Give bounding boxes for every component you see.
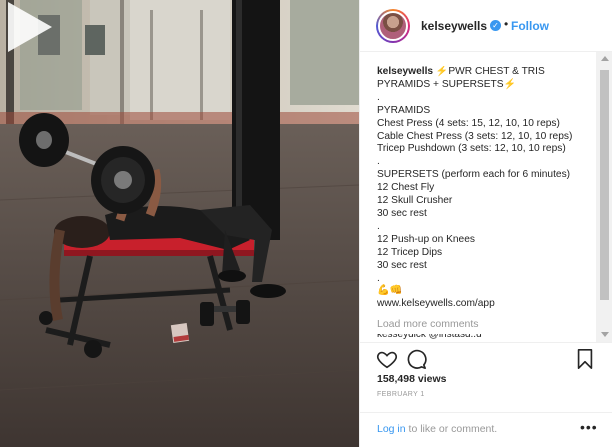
action-bar — [360, 342, 612, 372]
more-options-icon[interactable]: ••• — [580, 419, 598, 435]
view-count[interactable]: 158,498 views — [377, 373, 446, 385]
load-more-comments-button[interactable]: Load more comments — [377, 318, 479, 330]
lightning-icon: ⚡ — [503, 78, 516, 90]
caption-line: PYRAMIDS + SUPERSETS⚡ — [377, 79, 597, 92]
caption-line: kelseywells ⚡PWR CHEST & TRIS — [377, 66, 597, 79]
scroll-down-icon[interactable] — [601, 332, 609, 337]
caption-link[interactable]: www.kelseywells.com/app — [377, 298, 597, 311]
caption-line: 12 Skull Crusher — [377, 195, 453, 207]
play-icon[interactable] — [0, 0, 54, 54]
follow-button[interactable]: Follow — [511, 19, 549, 33]
header-username[interactable]: kelseywells — [421, 19, 487, 33]
heart-icon[interactable] — [376, 348, 398, 370]
caption: kelseywells ⚡PWR CHEST & TRIS PYRAMIDS +… — [377, 66, 597, 336]
caption-line: 12 Tricep Dips — [377, 246, 443, 258]
header-separator: • — [504, 17, 509, 31]
caption-text: PWR CHEST & TRIS — [448, 66, 545, 77]
post-side-panel: kelseywells ✓ • Follow kelseywells ⚡PWR … — [359, 0, 612, 447]
post-header: kelseywells ✓ • Follow — [360, 0, 612, 52]
caption-line: 12 Push-up on Knees — [377, 233, 475, 245]
bookmark-icon[interactable] — [574, 348, 596, 370]
caption-line: 30 sec rest — [377, 207, 427, 219]
caption-line: 30 sec rest — [377, 259, 427, 271]
caption-text: PYRAMIDS + SUPERSETS — [377, 78, 504, 90]
verified-badge-icon: ✓ — [490, 20, 501, 31]
caption-username[interactable]: kelseywells — [377, 66, 433, 77]
caption-line: . — [377, 91, 380, 103]
gym-video-frame — [0, 0, 359, 447]
caption-line: Chest Press (4 sets: 15, 12, 10, 10 reps… — [377, 117, 560, 129]
caption-line: PYRAMIDS — [377, 104, 431, 116]
caption-line: . — [377, 156, 380, 168]
comment-icon[interactable] — [405, 348, 427, 370]
login-prompt: Log in to like or comment. — [377, 423, 497, 435]
caption-line: Cable Chest Press (3 sets: 12, 10, 10 re… — [377, 130, 573, 142]
caption-line: . — [377, 272, 380, 284]
login-link[interactable]: Log in — [377, 423, 406, 435]
caption-line: 12 Chest Fly — [377, 182, 435, 194]
caption-line: SUPERSETS (perform each for 6 minutes) — [377, 169, 571, 181]
comments-scrollbar[interactable] — [596, 52, 612, 342]
scrollbar-thumb[interactable] — [600, 70, 609, 300]
lightning-icon: ⚡ — [435, 66, 449, 77]
post-video[interactable] — [0, 0, 359, 447]
partial-comment: kesseydick @instasd..d — [377, 334, 482, 340]
post-date: FEBRUARY 1 — [377, 391, 425, 398]
caption-emoji: 💪👊 — [377, 285, 403, 297]
caption-line: Tricep Pushdown (3 sets: 12, 10, 10 reps… — [377, 143, 566, 155]
login-prompt-text: to like or comment. — [405, 423, 498, 435]
login-bar: Log in to like or comment. ••• — [360, 412, 612, 447]
scroll-up-icon[interactable] — [601, 56, 609, 61]
caption-line: . — [377, 220, 380, 232]
avatar[interactable] — [376, 9, 410, 43]
